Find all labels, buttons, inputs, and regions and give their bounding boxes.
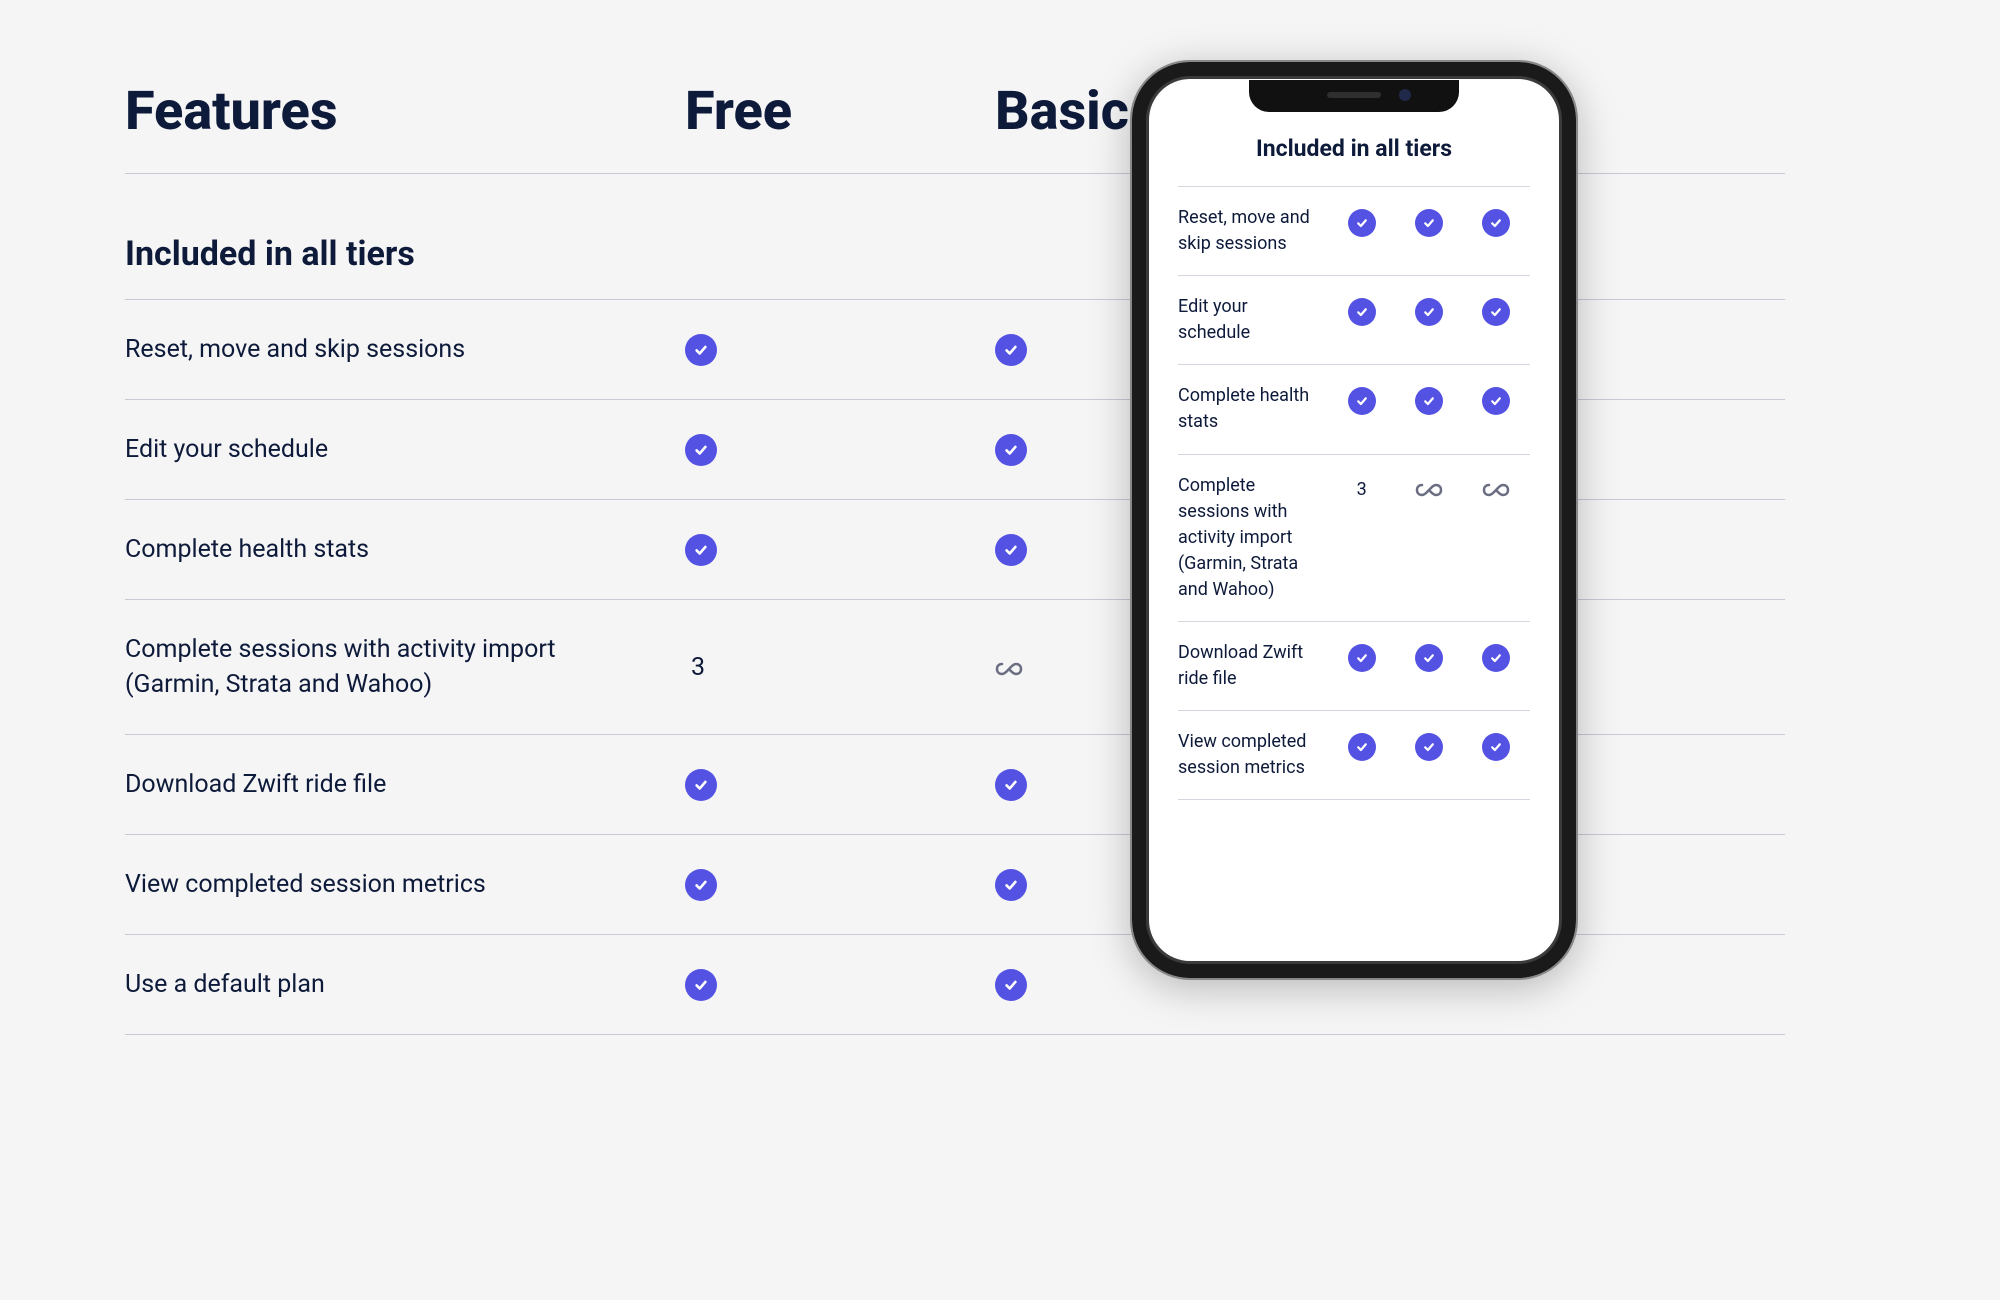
check-icon xyxy=(1415,209,1443,237)
feature-label: Reset, move and skip sessions xyxy=(1178,205,1328,257)
value-group xyxy=(1328,383,1530,415)
value-free xyxy=(685,334,995,366)
section-title: Included in all tiers xyxy=(125,234,415,274)
value-free xyxy=(685,869,995,901)
feature-label: Complete sessions with activity import (… xyxy=(1178,473,1328,603)
list-item: View completed session metrics xyxy=(1178,711,1530,800)
feature-label: Download Zwift ride file xyxy=(125,767,685,802)
value-free xyxy=(685,434,995,466)
check-icon xyxy=(685,969,717,1001)
col-header-free: Free xyxy=(685,80,995,143)
check-icon xyxy=(1348,209,1376,237)
check-icon xyxy=(1348,644,1376,672)
check-icon xyxy=(1482,733,1510,761)
col-header-features: Features xyxy=(125,80,685,143)
check-icon xyxy=(685,334,717,366)
feature-label: Edit your schedule xyxy=(1178,294,1328,346)
check-icon xyxy=(1415,298,1443,326)
value-free xyxy=(685,534,995,566)
check-icon xyxy=(995,869,1027,901)
check-icon xyxy=(1415,644,1443,672)
value-number: 3 xyxy=(1348,479,1376,500)
check-icon xyxy=(685,534,717,566)
value-free xyxy=(685,969,995,1001)
mobile-section-title: Included in all tiers xyxy=(1178,135,1530,187)
phone-mute-switch xyxy=(1130,232,1131,272)
check-icon xyxy=(1482,298,1510,326)
value-free xyxy=(685,769,995,801)
feature-label: Complete health stats xyxy=(125,532,685,567)
check-icon xyxy=(685,769,717,801)
check-icon xyxy=(1415,387,1443,415)
check-icon xyxy=(1482,209,1510,237)
phone-power-button xyxy=(1577,312,1578,407)
list-item: Complete health stats xyxy=(1178,365,1530,454)
phone-volume-up xyxy=(1130,302,1131,372)
value-free: 3 xyxy=(685,653,995,682)
value-group: 3 xyxy=(1328,473,1530,502)
check-icon xyxy=(995,334,1027,366)
check-icon xyxy=(685,869,717,901)
phone-mockup: Included in all tiers Reset, move and sk… xyxy=(1130,60,1578,980)
feature-label: Complete health stats xyxy=(1178,383,1328,435)
check-icon xyxy=(995,969,1027,1001)
phone-volume-down xyxy=(1130,392,1131,462)
check-icon xyxy=(995,769,1027,801)
phone-screen: Included in all tiers Reset, move and sk… xyxy=(1150,80,1558,960)
value-group xyxy=(1328,294,1530,326)
feature-label: Edit your schedule xyxy=(125,432,685,467)
value-group xyxy=(1328,205,1530,237)
feature-label: Download Zwift ride file xyxy=(1178,640,1328,692)
feature-label: View completed session metrics xyxy=(1178,729,1328,781)
check-icon xyxy=(1482,387,1510,415)
infinity-icon xyxy=(1415,477,1443,502)
phone-notch xyxy=(1249,80,1459,112)
list-item: Edit your schedule xyxy=(1178,276,1530,365)
value-number: 3 xyxy=(685,653,705,682)
infinity-icon xyxy=(1482,477,1510,502)
feature-label: Reset, move and skip sessions xyxy=(125,332,685,367)
check-icon xyxy=(1348,387,1376,415)
check-icon xyxy=(1415,733,1443,761)
check-icon xyxy=(995,534,1027,566)
check-icon xyxy=(1348,733,1376,761)
value-group xyxy=(1328,640,1530,672)
check-icon xyxy=(1482,644,1510,672)
feature-label: Use a default plan xyxy=(125,967,685,1002)
list-item: Download Zwift ride file xyxy=(1178,622,1530,711)
infinity-icon xyxy=(995,650,1023,685)
check-icon xyxy=(685,434,717,466)
list-item: Complete sessions with activity import (… xyxy=(1178,455,1530,622)
feature-label: Complete sessions with activity import (… xyxy=(125,632,685,702)
feature-label: View completed session metrics xyxy=(125,867,685,902)
list-item: Reset, move and skip sessions xyxy=(1178,187,1530,276)
check-icon xyxy=(995,434,1027,466)
check-icon xyxy=(1348,298,1376,326)
value-group xyxy=(1328,729,1530,761)
